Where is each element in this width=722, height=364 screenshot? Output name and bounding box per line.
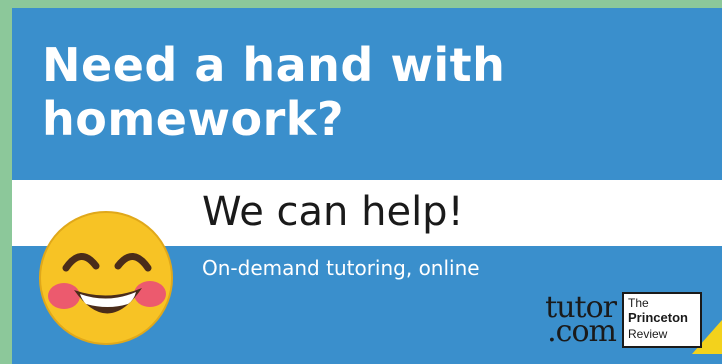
smiling-face-emoji-icon [39, 211, 173, 345]
headline: Need a hand with homework? [42, 38, 506, 146]
ad-banner: Need a hand with homework? We can help! … [12, 8, 722, 364]
pr-the-label: The [628, 296, 649, 310]
princeton-review-box: The Princeton Review [622, 292, 702, 348]
tutor-logo-line2: .com [547, 314, 617, 349]
tutor-com-logo: tutor .com [520, 293, 617, 349]
pr-name-label: Princeton [628, 310, 688, 325]
subtext: On-demand tutoring, online [202, 256, 480, 280]
princeton-review-logo: The Princeton Review [622, 292, 722, 354]
tagline: We can help! [202, 189, 464, 235]
pr-review-label: Review [628, 327, 668, 341]
